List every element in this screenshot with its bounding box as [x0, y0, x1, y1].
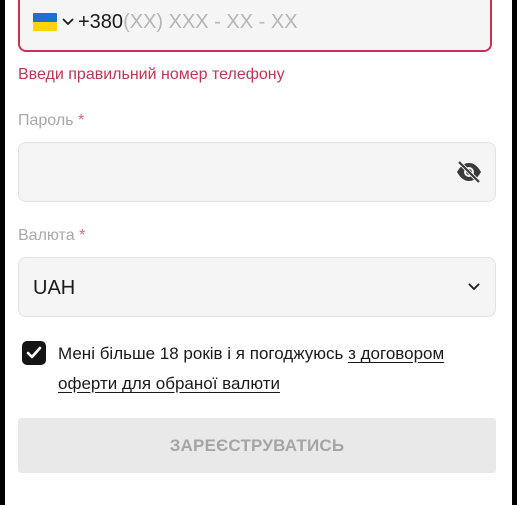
required-mark: * — [77, 112, 85, 129]
currency-selected-value: UAH — [33, 277, 76, 299]
required-mark: * — [79, 227, 86, 244]
currency-label: Валюта * — [18, 227, 85, 245]
checkmark-icon — [26, 346, 42, 359]
currency-select[interactable]: UAH — [18, 257, 496, 317]
agreement-label: Мені більше 18 років і я погоджуюсь — [58, 344, 349, 363]
eye-slash-icon[interactable] — [455, 160, 483, 184]
password-input[interactable] — [18, 142, 496, 202]
password-label: Пароль * — [18, 112, 84, 130]
register-button[interactable]: ЗАРЕЄСТРУВАТИСЬ — [18, 418, 496, 473]
ukraine-flag-icon[interactable] — [33, 13, 57, 31]
registration-form: +380 (XX) XXX - XX - XX Введи правильний… — [5, 0, 512, 505]
phone-field[interactable]: +380 (XX) XXX - XX - XX — [18, 0, 492, 52]
phone-error-message: Введи правильний номер телефону — [18, 66, 285, 83]
chevron-down-icon[interactable] — [62, 16, 74, 28]
agreement-checkbox[interactable] — [22, 341, 46, 365]
currency-label-text: Валюта — [18, 227, 75, 244]
agreement-text: Мені більше 18 років і я погоджуюсь з до… — [58, 339, 488, 399]
chevron-down-icon — [468, 283, 480, 291]
phone-placeholder[interactable]: (XX) XXX - XX - XX — [123, 11, 297, 34]
phone-prefix: +380 — [78, 10, 124, 33]
password-label-text: Пароль — [18, 112, 74, 129]
